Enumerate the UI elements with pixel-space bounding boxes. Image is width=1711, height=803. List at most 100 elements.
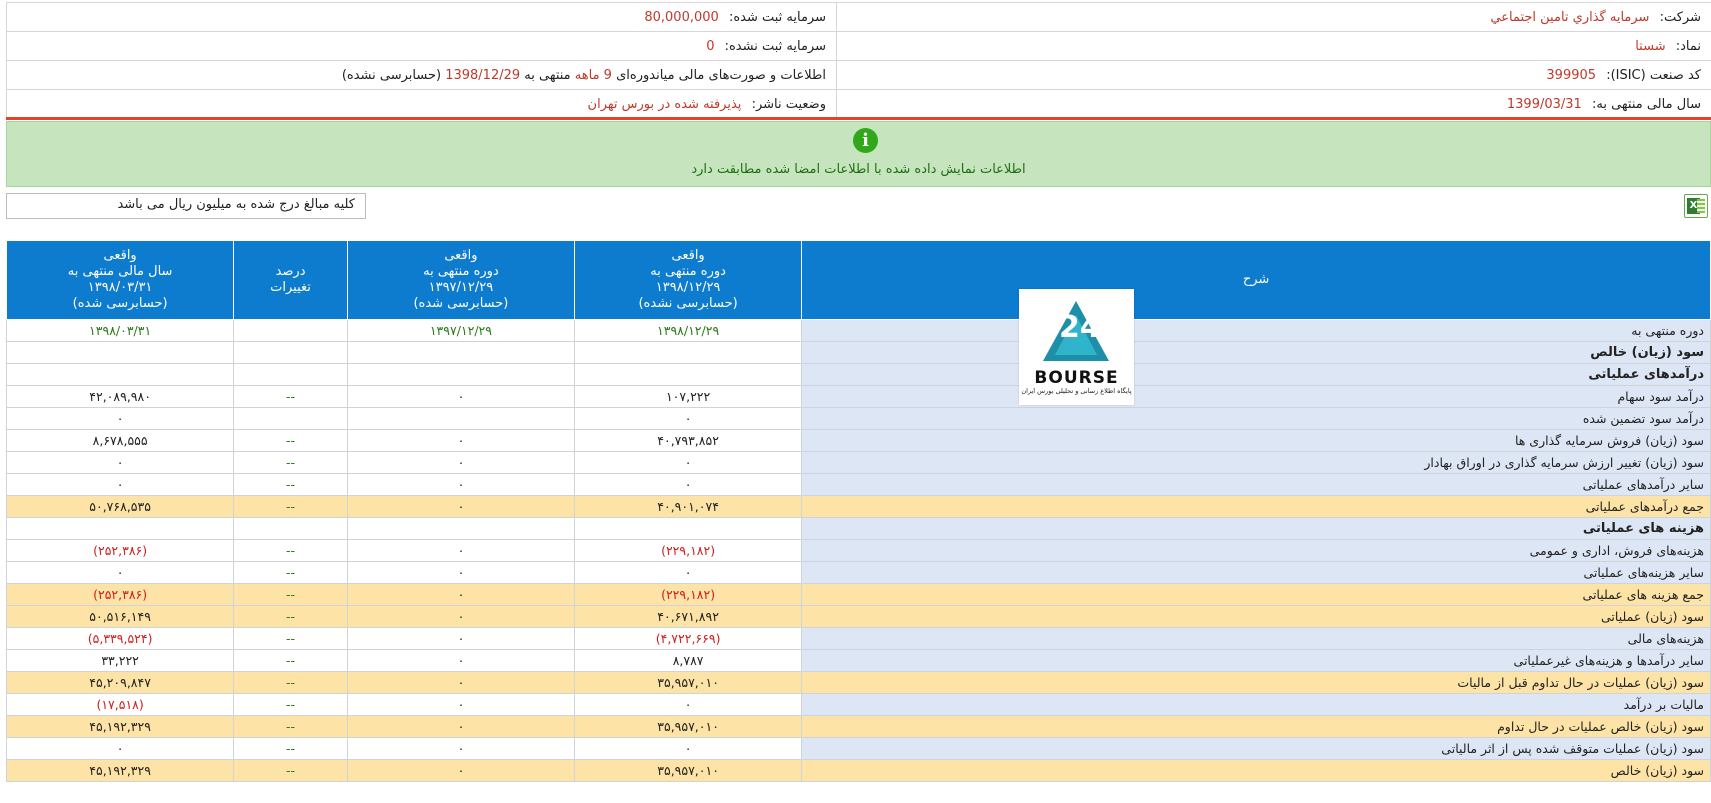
row-value-fiscal-year: ۰ [5,451,235,474]
row-description: سود (زیان) خالص [801,341,1711,364]
row-value-prior [346,517,576,540]
registered-capital-label: سرمایه ثبت شده: [728,9,826,25]
row-value-prior: ۰ [346,583,576,606]
row-value-prior [346,363,576,386]
row-value-current [574,341,803,364]
unit-note: کلیه مبالغ درج شده به میلیون ریال می باش… [6,193,366,219]
row-value-current: ۰ [574,693,803,716]
row-change-percent: -- [233,605,348,628]
row-change-percent: -- [233,671,348,694]
table-row: جمع درآمدهای عملیاتی ۴۰,۹۰۱,۰۷۴ ۰ -- ۵۰,۷۶۸,… [5,495,1711,518]
report-suffix: (حسابرسی نشده) [341,67,442,83]
row-value-current: ۱۰۷,۲۲۲ [574,385,803,408]
row-value-current: ۳۵,۹۵۷,۰۱۰ [574,715,803,738]
company-info-table: شرکت: سرمايه گذاري تامين اجتماعي سرمایه … [6,2,1711,119]
row-value-prior: ۰ [346,715,576,738]
svg-text:24: 24 [1059,310,1101,345]
header-col1: واقعی دوره منتهی به ۱۳۹۸/۱۲/۲۹ (حسابرسی … [574,240,803,320]
header-col2: واقعی دوره منتهی به ۱۳۹۷/۱۲/۲۹ (حسابرسی … [346,240,576,320]
table-row: جمع هزینه های عملیاتی (۲۲۹,۱۸۲) ۰ -- (۲۵۲,۳۸… [5,583,1711,606]
header-col4: واقعی سال مالی منتهی به ۱۳۹۸/۰۳/۳۱ (حساب… [5,240,235,320]
row-value-fiscal-year: ۵۰,۷۶۸,۵۳۵ [5,495,235,518]
table-row: هزینه‌های فروش، اداری و عمومی (۲۲۹,۱۸۲) ۰-… [5,539,1711,562]
row-description: سود (زیان) خالص عملیات در حال تداوم [801,715,1711,738]
registered-capital-value: 80,000,000 [644,9,719,25]
header-desc: شرح [801,240,1711,320]
row-value-current: ۱۳۹۸/۱۲/۲۹ [574,319,803,342]
row-change-percent [233,407,348,430]
row-description: سایر هزینه‌های عملیاتی [801,561,1711,584]
table-row: سایر درآمدها و هزینه‌های غیرعملیاتی ۸,۷۸۷… [5,649,1711,672]
table-row: سود (زیان) عملیاتی ۴۰,۶۷۱,۸۹۲ ۰ -- ۵۰,۵۱۶,۱۴… [5,605,1711,628]
fiscal-year-value: 1399/03/31 [1506,96,1582,112]
row-description: سود (زیان) عملیاتی [801,605,1711,628]
report-date: 1398/12/29 [445,67,521,83]
row-value-fiscal-year [5,341,235,364]
row-value-prior: ۰ [346,429,576,452]
table-row: سایر هزینه‌های عملیاتی ۰ ۰ -- ۰ [5,561,1711,584]
row-value-prior: ۱۳۹۷/۱۲/۲۹ [346,319,576,342]
row-value-current: ۳۵,۹۵۷,۰۱۰ [574,759,803,782]
fiscal-year-label: سال مالی منتهی به: [1591,96,1701,112]
row-change-percent: -- [233,583,348,606]
row-description: هزینه‌های فروش، اداری و عمومی [801,539,1711,562]
row-value-current: (۴,۷۲۲,۶۶۹) [574,627,803,650]
info-row-symbol: نماد: شستا سرمایه ثبت نشده: 0 [6,31,1711,61]
row-value-current: ۰ [574,451,803,474]
row-change-percent: -- [233,385,348,408]
table-row: سود (زیان) خالص [5,341,1711,364]
row-value-fiscal-year [5,363,235,386]
table-row: سود (زیان) خالص عملیات در حال تداوم ۳۵,۹۵… [5,715,1711,738]
row-value-current: ۰ [574,407,803,430]
row-value-prior [346,341,576,364]
row-description: درآمد سود تضمین شده [801,407,1711,430]
row-value-current: (۲۲۹,۱۸۲) [574,583,803,606]
report-months: 9 ماهه [574,67,612,83]
table-row: سایر درآمدهای عملیاتی ۰ ۰ -- ۰ [5,473,1711,496]
row-change-percent: -- [233,561,348,584]
row-value-fiscal-year: ۴۵,۱۹۲,۳۲۹ [5,759,235,782]
row-description: سایر درآمدهای عملیاتی [801,473,1711,496]
bourse24-logo: 24 BOURSE پایگاه اطلاع رسانی و تحلیلی بو… [1019,289,1134,405]
row-description: درآمد سود سهام [801,385,1711,408]
symbol-value: شستا [1635,38,1666,54]
row-value-current: ۴۰,۶۷۱,۸۹۲ [574,605,803,628]
row-change-percent: -- [233,495,348,518]
excel-export-icon[interactable]: X [1684,194,1708,218]
row-description: مالیات بر درآمد [801,693,1711,716]
row-description: سود (زیان) خالص [801,759,1711,782]
row-value-fiscal-year: (۱۷,۵۱۸) [5,693,235,716]
row-value-current: ۴۰,۷۹۳,۸۵۲ [574,429,803,452]
row-value-fiscal-year: ۴۵,۲۰۹,۸۴۷ [5,671,235,694]
info-row-isic: کد صنعت (ISIC): 399905 اطلاعات و صورت‌ها… [6,60,1711,90]
report-description-cell: اطلاعات و صورت‌های مالی میاندوره‌ای 9 ما… [6,60,837,90]
symbol-cell: نماد: شستا [836,31,1711,61]
row-value-current: ۰ [574,473,803,496]
isic-cell: کد صنعت (ISIC): 399905 [836,60,1711,90]
row-description: درآمدهای عملیاتی [801,363,1711,386]
table-row: درآمد سود سهام ۱۰۷,۲۲۲ ۰ -- ۴۲,۰۸۹,۹۸۰ [5,385,1711,408]
row-description: دوره منتهی به [801,319,1711,342]
row-value-fiscal-year: ۰ [5,473,235,496]
row-value-fiscal-year: (۲۵۲,۳۸۶) [5,583,235,606]
bourse24-logo-mark: 24 [1043,301,1109,361]
table-row: هزینه های عملیاتی [5,517,1711,540]
row-value-fiscal-year: ۴۵,۱۹۲,۳۲۹ [5,715,235,738]
publisher-status-label: وضعیت ناشر: [751,96,826,112]
publisher-status-cell: وضعیت ناشر: پذیرفته شده در بورس تهران [6,89,837,119]
isic-label: کد صنعت (ISIC): [1606,67,1701,83]
registered-capital-cell: سرمایه ثبت شده: 80,000,000 [6,2,837,32]
table-row: مالیات بر درآمد ۰ ۰ -- (۱۷,۵۱۸) [5,693,1711,716]
row-description: سود (زیان) عملیات متوقف شده پس از اثر ما… [801,737,1711,760]
row-change-percent: -- [233,429,348,452]
row-value-prior: ۰ [346,693,576,716]
row-change-percent: -- [233,539,348,562]
table-row: درآمدهای عملیاتی [5,363,1711,386]
row-change-percent: -- [233,715,348,738]
logo-subtitle: پایگاه اطلاع رسانی و تحلیلی بورس ایران [1021,387,1132,395]
isic-value: 399905 [1546,67,1597,83]
income-statement-table: شرح واقعی دوره منتهی به ۱۳۹۸/۱۲/۲۹ (حساب… [5,240,1711,782]
row-description: سود (زیان) فروش سرمایه گذاری ها [801,429,1711,452]
table-row: هزینه‌های مالی (۴,۷۲۲,۶۶۹) ۰ -- (۵,۳۳۹,۵۲۴) [5,627,1711,650]
row-value-fiscal-year: ۰ [5,407,235,430]
